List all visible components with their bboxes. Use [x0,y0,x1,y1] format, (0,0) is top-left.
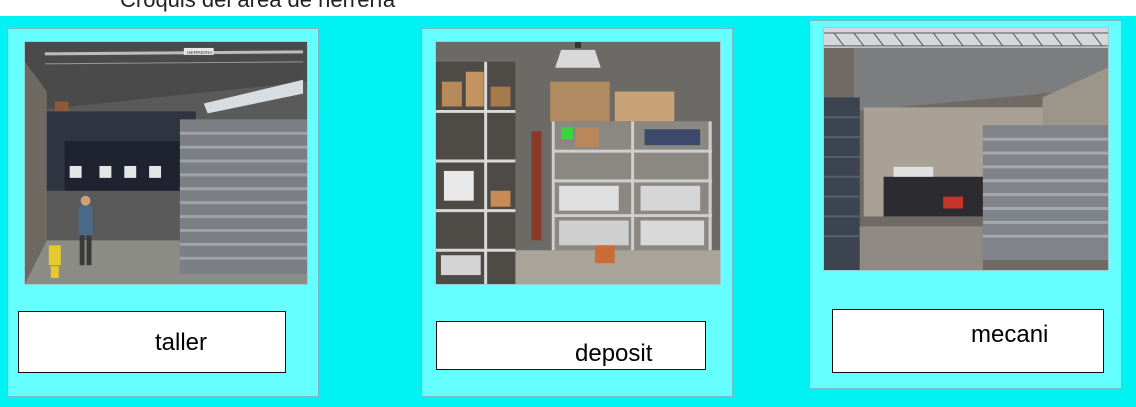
label-box-taller: taller [18,311,286,373]
label-box-mecani: mecani [832,309,1104,373]
mechanics-photo-illustration: MECANICA [824,28,1108,270]
top-band: Croquis del área de herrería [0,0,1136,16]
storage-photo-illustration [436,42,720,284]
photo-taller: HERRERIA [24,41,308,285]
workshop-photo-illustration: HERRERIA [25,42,307,284]
label-box-deposit: deposit [436,321,706,370]
card-deposit: deposit [421,28,733,397]
label-taller: taller [155,329,208,356]
card-taller: HERRERIA taller [7,28,319,397]
photo-mecani: MECANICA [823,27,1109,271]
photo-deposit [435,41,721,285]
card-mecani: MECANICA [809,20,1122,389]
page-heading: Croquis del área de herrería [120,0,395,13]
label-mecani: mecani [971,321,1049,348]
label-deposit: deposit [575,340,653,367]
photo-sign-herreria: HERRERIA [187,50,213,56]
